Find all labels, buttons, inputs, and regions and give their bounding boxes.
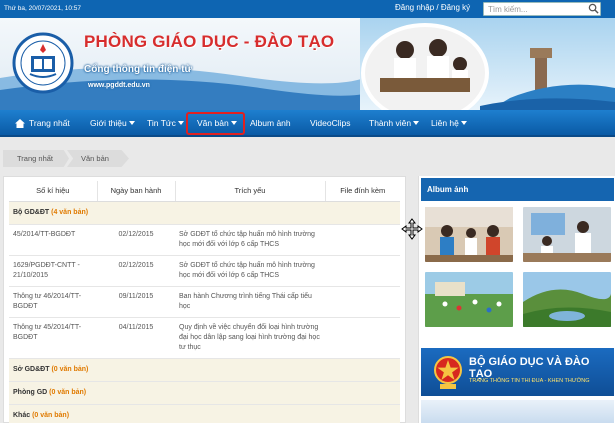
nav-item-members[interactable]: Thành viên [369, 118, 420, 128]
group-count: (0 văn bản) [32, 411, 70, 419]
doc-date: 04/11/2015 [97, 317, 175, 359]
banner-title: PHÒNG GIÁO DỤC - ĐÀO TẠO [84, 32, 335, 51]
current-date: Thứ ba, 20/07/2021, 10:57 [4, 5, 81, 12]
group-name: Sở GD&ĐT [13, 365, 50, 373]
album-thumbnail[interactable] [425, 207, 513, 262]
group-name: Khác [13, 411, 31, 419]
column-header-attachment: File đính kèm [325, 181, 400, 202]
column-header-date: Ngày ban hành [97, 181, 176, 202]
doc-code[interactable]: 45/2014/TT-BGDĐT [9, 224, 97, 256]
banner-subtitle: Cổng thông tin điện tử [84, 64, 192, 75]
banner-site-url: www.pgddt.edu.vn [88, 82, 150, 89]
move-cursor-icon [401, 218, 423, 240]
doc-attachment [325, 224, 400, 256]
doc-code[interactable]: Thông tư 45/2014/TT-BGDĐT [9, 317, 97, 359]
main-navigation: Trang nhất Giới thiệu Tin Tức Văn bản Al… [0, 110, 615, 137]
ministry-banner-title: BỘ GIÁO DỤC VÀ ĐÀO TẠO [469, 356, 590, 380]
chevron-down-icon [128, 121, 135, 125]
column-header-summary: Trích yếu [175, 181, 326, 202]
ministry-banner-subtitle: TRANG THÔNG TIN THI ĐUA - KHEN THƯỞNG [469, 378, 590, 384]
national-emblem-icon [434, 356, 462, 389]
table-row[interactable]: 1629/PGDĐT-CNTT - 21/10/2015 02/12/2015 … [9, 255, 400, 287]
nav-item-about[interactable]: Giới thiệu [90, 118, 135, 128]
column-header-code: Số kí hiệu [9, 181, 98, 202]
album-header[interactable]: Album ảnh [421, 178, 614, 201]
doc-code[interactable]: Thông tư 46/2014/TT-BGDĐT [9, 286, 97, 318]
group-count: (0 văn bản) [51, 365, 89, 373]
doc-summary[interactable]: Sở GDĐT tổ chức tập huấn mô hình trường … [175, 255, 325, 287]
doc-date: 02/12/2015 [97, 224, 175, 256]
banner-students-photo [360, 18, 615, 110]
secondary-banner[interactable] [421, 400, 614, 423]
ministry-banner[interactable]: BỘ GIÁO DỤC VÀ ĐÀO TẠO TRANG THÔNG TIN T… [421, 348, 614, 396]
site-banner: PHÒNG GIÁO DỤC - ĐÀO TẠO Cổng thông tin … [0, 18, 615, 110]
chevron-down-icon [413, 121, 420, 125]
table-group-row[interactable]: Sở GD&ĐT (0 văn bản) [9, 358, 400, 382]
documents-table: Số kí hiệu Ngày ban hành Trích yếu File … [9, 181, 400, 423]
doc-summary[interactable]: Ban hành Chương trình tiếng Thái cấp tiể… [175, 286, 325, 318]
table-row[interactable]: Thông tư 46/2014/TT-BGDĐT 09/11/2015 Ban… [9, 286, 400, 318]
table-row[interactable]: Thông tư 45/2014/TT-BGDĐT 04/11/2015 Quy… [9, 317, 400, 359]
top-bar: Thứ ba, 20/07/2021, 10:57 Đăng nhập / Đă… [0, 0, 615, 18]
doc-date: 02/12/2015 [97, 255, 175, 287]
breadcrumb-home[interactable]: Trang nhất [3, 150, 69, 167]
group-count: (0 văn bản) [49, 388, 87, 396]
doc-code[interactable]: 1629/PGDĐT-CNTT - 21/10/2015 [9, 255, 97, 287]
right-sidebar: Album ảnh BỘ GIÁO DỤC VÀ ĐÀO TẠO TRANG T… [418, 176, 615, 423]
breadcrumb-current[interactable]: Văn bản [67, 150, 129, 167]
doc-attachment [325, 255, 400, 287]
doc-date: 09/11/2015 [97, 286, 175, 318]
search-icon[interactable] [588, 3, 599, 14]
documents-panel: Số kí hiệu Ngày ban hành Trích yếu File … [3, 176, 406, 423]
nav-item-contact[interactable]: Liên hệ [431, 118, 467, 128]
home-icon[interactable] [15, 119, 25, 128]
table-group-row[interactable]: Phòng GD (0 văn bản) [9, 381, 400, 405]
doc-summary[interactable]: Sở GDĐT tổ chức tập huấn mô hình trường … [175, 224, 325, 256]
table-row[interactable]: 45/2014/TT-BGDĐT 02/12/2015 Sở GDĐT tổ c… [9, 224, 400, 256]
login-register-link[interactable]: Đăng nhập / Đăng ký [395, 3, 470, 12]
album-thumbnail[interactable] [425, 272, 513, 327]
album-thumbnail[interactable] [523, 207, 611, 262]
nav-item-videoclips[interactable]: VideoClips [310, 118, 350, 128]
search-input[interactable] [483, 2, 601, 16]
album-thumbnail[interactable] [523, 272, 611, 327]
chevron-down-icon [177, 121, 184, 125]
group-name: Bộ GD&ĐT [13, 208, 50, 216]
school-logo [12, 32, 74, 94]
nav-item-album[interactable]: Album ảnh [250, 118, 291, 128]
doc-attachment [325, 286, 400, 318]
nav-item-news[interactable]: Tin Tức [147, 118, 184, 128]
doc-summary[interactable]: Quy định về việc chuyển đổi loại hình tr… [175, 317, 325, 359]
table-group-row[interactable]: Khác (0 văn bản) [9, 404, 400, 423]
group-count: (4 văn bản) [51, 208, 89, 216]
table-group-row[interactable]: Bộ GD&ĐT (4 văn bản) [9, 201, 400, 225]
chevron-down-icon [460, 121, 467, 125]
nav-item-home[interactable]: Trang nhất [29, 118, 70, 128]
group-name: Phòng GD [13, 388, 48, 396]
active-nav-highlight [186, 112, 245, 135]
doc-attachment [325, 317, 400, 359]
